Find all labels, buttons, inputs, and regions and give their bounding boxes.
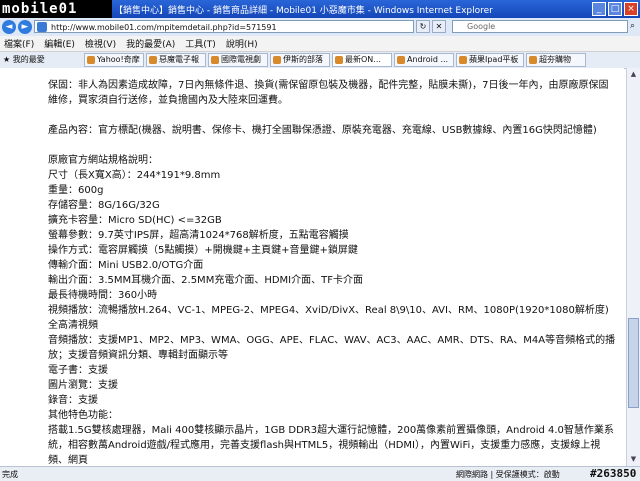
tab-1[interactable]: Yahoo!奇摩 [84, 53, 144, 67]
tab-icon [459, 56, 467, 64]
tab-4[interactable]: 伊斯的部落 [270, 53, 330, 67]
tab-icon [529, 56, 537, 64]
text-line: 螢幕參數：9.7英寸IPS屏，超高清1024*768解析度，五點電容觸摸 [48, 230, 349, 241]
search-placeholder: Google [467, 22, 496, 31]
tab-label: 蘋果Ipad平板 [469, 55, 519, 64]
tab-3[interactable]: 國際電視劇 [208, 53, 268, 67]
text-line: 傳輸介面：Mini USB2.0/OTG介面 [48, 260, 204, 271]
star-icon: ★ [3, 55, 11, 64]
search-input[interactable]: Google [452, 20, 628, 33]
product-description: 保固：非人為因素造成故障，7日內無條件退、換貨(需保留原包裝及機器，配件完整，貼… [48, 78, 618, 466]
text-line: 重量：600g [48, 185, 104, 196]
menu-bar: 檔案(F) 編輯(E) 檢視(V) 我的最愛(A) 工具(T) 說明(H) [0, 36, 640, 52]
text-line: 操作方式：電容屏觸摸（5點觸摸）+開機鍵+主頁鍵+音量鍵+鎖屏鍵 [48, 245, 358, 256]
text-line: 保固：非人為因素造成故障，7日內無條件退、換貨(需保留原包裝及機器，配件完整，貼… [48, 80, 609, 106]
tab-label: 最新ON... [345, 55, 381, 64]
favorites-button[interactable]: ★ 我的最愛 [3, 54, 45, 65]
tab-5-active[interactable]: 最新ON... [332, 53, 392, 67]
mobile01-logo: mobile01 [0, 0, 112, 18]
text-line: 產品內容：官方標配(機器、說明書、保修卡、機打全國聯保憑證、原裝充電器、充電線、… [48, 125, 597, 136]
tab-2[interactable]: 惡魔電子報 [146, 53, 206, 67]
title-bar: mobile01 【銷售中心】銷售中心 - 銷售商品詳細 - Mobile01 … [0, 0, 640, 18]
stop-button[interactable]: ✕ [432, 20, 446, 33]
tab-label: 惡魔電子報 [159, 55, 199, 64]
scroll-down-icon[interactable]: ▼ [628, 454, 639, 465]
search-icon[interactable]: ⌕ [630, 21, 635, 31]
url-text: http://www.mobile01.com/mpitemdetail.php… [51, 23, 277, 32]
scrollbar-thumb[interactable] [628, 318, 639, 408]
tab-label: Android ... [407, 55, 449, 64]
tab-icon [273, 56, 281, 64]
tab-8[interactable]: 超夯購物 [526, 53, 586, 67]
menu-file[interactable]: 檔案(F) [4, 37, 34, 50]
menu-tools[interactable]: 工具(T) [185, 37, 216, 50]
tab-bar: ★ 我的最愛 Yahoo!奇摩 惡魔電子報 國際電視劇 伊斯的部落 最新ON..… [0, 52, 640, 69]
text-line: 錄音：支援 [48, 395, 98, 406]
back-button[interactable]: ◄ [2, 20, 16, 34]
menu-view[interactable]: 檢視(V) [85, 37, 116, 50]
tab-icon [335, 56, 343, 64]
forward-button[interactable]: ► [18, 20, 32, 34]
tab-7[interactable]: 蘋果Ipad平板 [456, 53, 524, 67]
text-line: 搭載1.5G雙核處理器，Mali 400雙核顯示晶片，1GB DDR3超大運行記… [48, 425, 614, 466]
watermark-id: #263850 [590, 467, 637, 480]
text-line: 音頻播放：支援MP1、MP2、MP3、WMA、OGG、APE、FLAC、WAV、… [48, 335, 616, 361]
text-line: 擴充卡容量：Micro SD(HC) <=32GB [48, 215, 222, 226]
address-bar: ◄ ► http://www.mobile01.com/mpitemdetail… [0, 18, 640, 37]
menu-edit[interactable]: 編輯(E) [44, 37, 75, 50]
favorites-label: 我的最愛 [12, 55, 45, 64]
text-line: 存儲容量：8G/16G/32G [48, 200, 160, 211]
page-content: 保固：非人為因素造成故障，7日內無條件退、換貨(需保留原包裝及機器，配件完整，貼… [0, 68, 624, 466]
tab-icon [149, 56, 157, 64]
url-input[interactable]: http://www.mobile01.com/mpitemdetail.php… [34, 20, 414, 33]
text-line: 輸出介面：3.5MM耳機介面、2.5MM充電介面、HDMI介面、TF卡介面 [48, 275, 363, 286]
scroll-up-icon[interactable]: ▲ [628, 69, 639, 80]
text-line: 視頻播放：流暢播放H.264、VC-1、MPEG-2、MPEG4、XviD/Di… [48, 305, 609, 331]
tab-icon [87, 56, 95, 64]
text-line: 圖片瀏覽：支援 [48, 380, 118, 391]
menu-favorites[interactable]: 我的最愛(A) [126, 37, 175, 50]
text-line: 原廠官方網站規格說明： [48, 155, 158, 166]
status-bar: 完成 網際網路 | 受保護模式：啟動 #263850 [0, 466, 640, 481]
tab-label: 超夯購物 [539, 55, 571, 64]
tab-label: 伊斯的部落 [283, 55, 323, 64]
refresh-button[interactable]: ↻ [416, 20, 430, 33]
tab-label: Yahoo!奇摩 [97, 55, 140, 64]
tab-label: 國際電視劇 [221, 55, 261, 64]
vertical-scrollbar[interactable]: ▲ ▼ [626, 68, 640, 466]
minimize-button[interactable]: _ [592, 2, 606, 16]
security-zone: 網際網路 | 受保護模式：啟動 [456, 470, 560, 479]
maximize-button[interactable]: □ [608, 2, 622, 16]
status-text: 完成 [2, 470, 18, 479]
tab-icon [397, 56, 405, 64]
text-line: 尺寸（長X寬X高）：244*191*9.8mm [48, 170, 221, 181]
menu-help[interactable]: 說明(H) [226, 37, 258, 50]
tab-6[interactable]: Android ... [394, 53, 454, 67]
close-button[interactable]: × [624, 2, 638, 16]
page-icon [37, 22, 47, 32]
text-line: 其他特色功能： [48, 410, 118, 421]
text-line: 最長待機時間：360小時 [48, 290, 158, 301]
window-title: 【銷售中心】銷售中心 - 銷售商品詳細 - Mobile01 小惡魔市集 - W… [114, 6, 493, 16]
tab-icon [211, 56, 219, 64]
text-line: 電子書：支援 [48, 365, 108, 376]
